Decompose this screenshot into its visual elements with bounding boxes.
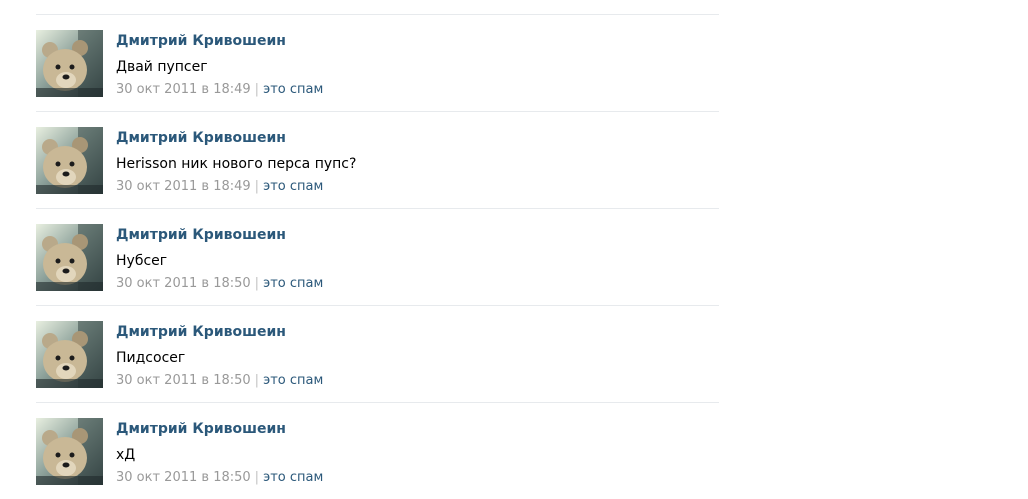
reply-text: Пидсосег xyxy=(116,350,186,366)
meta-separator: | xyxy=(254,179,260,194)
wall-reply: Дмитрий Кривошеин хД 30 окт 2011 в 18:50… xyxy=(36,403,719,499)
reply-date[interactable]: 30 окт 2011 в 18:50 xyxy=(116,276,251,291)
reply-text: Herisson ник нового перса пупс? xyxy=(116,156,357,172)
meta-separator: | xyxy=(254,276,260,291)
teddy-bear-avatar-icon xyxy=(36,321,103,388)
spam-link[interactable]: это спам xyxy=(263,373,323,388)
reply-meta: 30 окт 2011 в 18:50 | это спам xyxy=(116,275,719,293)
author-link[interactable]: Дмитрий Кривошеин xyxy=(116,322,286,342)
author-link[interactable]: Дмитрий Кривошеин xyxy=(116,225,286,245)
meta-separator: | xyxy=(254,470,260,485)
reply-meta: 30 окт 2011 в 18:50 | это спам xyxy=(116,372,719,390)
avatar[interactable] xyxy=(36,224,103,291)
wall-reply: Дмитрий Кривошеин Двай пупсег 30 окт 201… xyxy=(36,15,719,112)
reply-text: Нубсег xyxy=(116,253,168,269)
author-link[interactable]: Дмитрий Кривошеин xyxy=(116,419,286,439)
reply-text: Двай пупсег xyxy=(116,59,208,75)
reply-meta: 30 окт 2011 в 18:50 | это спам xyxy=(116,469,719,487)
reply-meta: 30 окт 2011 в 18:49 | это спам xyxy=(116,178,719,196)
spam-link[interactable]: это спам xyxy=(263,470,323,485)
author-link[interactable]: Дмитрий Кривошеин xyxy=(116,31,286,51)
spam-link[interactable]: это спам xyxy=(263,179,323,194)
reply-body: Дмитрий Кривошеин Нубсег 30 окт 2011 в 1… xyxy=(116,224,719,293)
teddy-bear-avatar-icon xyxy=(36,418,103,485)
reply-body: Дмитрий Кривошеин Пидсосег 30 окт 2011 в… xyxy=(116,321,719,390)
meta-separator: | xyxy=(254,82,260,97)
spam-link[interactable]: это спам xyxy=(263,276,323,291)
wall-reply: Дмитрий Кривошеин Пидсосег 30 окт 2011 в… xyxy=(36,306,719,403)
avatar[interactable] xyxy=(36,127,103,194)
teddy-bear-avatar-icon xyxy=(36,30,103,97)
reply-text: хД xyxy=(116,447,136,463)
avatar[interactable] xyxy=(36,30,103,97)
author-link[interactable]: Дмитрий Кривошеин xyxy=(116,128,286,148)
avatar[interactable] xyxy=(36,418,103,485)
wall-reply: Дмитрий Кривошеин Нубсег 30 окт 2011 в 1… xyxy=(36,209,719,306)
reply-date[interactable]: 30 окт 2011 в 18:50 xyxy=(116,373,251,388)
reply-body: Дмитрий Кривошеин Двай пупсег 30 окт 201… xyxy=(116,30,719,99)
reply-body: Дмитрий Кривошеин Herisson ник нового пе… xyxy=(116,127,719,196)
avatar[interactable] xyxy=(36,321,103,388)
reply-meta: 30 окт 2011 в 18:49 | это спам xyxy=(116,81,719,99)
meta-separator: | xyxy=(254,373,260,388)
wall-replies: Дмитрий Кривошеин Двай пупсег 30 окт 201… xyxy=(36,14,719,499)
spam-link[interactable]: это спам xyxy=(263,82,323,97)
reply-date[interactable]: 30 окт 2011 в 18:50 xyxy=(116,470,251,485)
reply-date[interactable]: 30 окт 2011 в 18:49 xyxy=(116,82,251,97)
teddy-bear-avatar-icon xyxy=(36,127,103,194)
reply-body: Дмитрий Кривошеин хД 30 окт 2011 в 18:50… xyxy=(116,418,719,487)
teddy-bear-avatar-icon xyxy=(36,224,103,291)
reply-date[interactable]: 30 окт 2011 в 18:49 xyxy=(116,179,251,194)
wall-reply: Дмитрий Кривошеин Herisson ник нового пе… xyxy=(36,112,719,209)
